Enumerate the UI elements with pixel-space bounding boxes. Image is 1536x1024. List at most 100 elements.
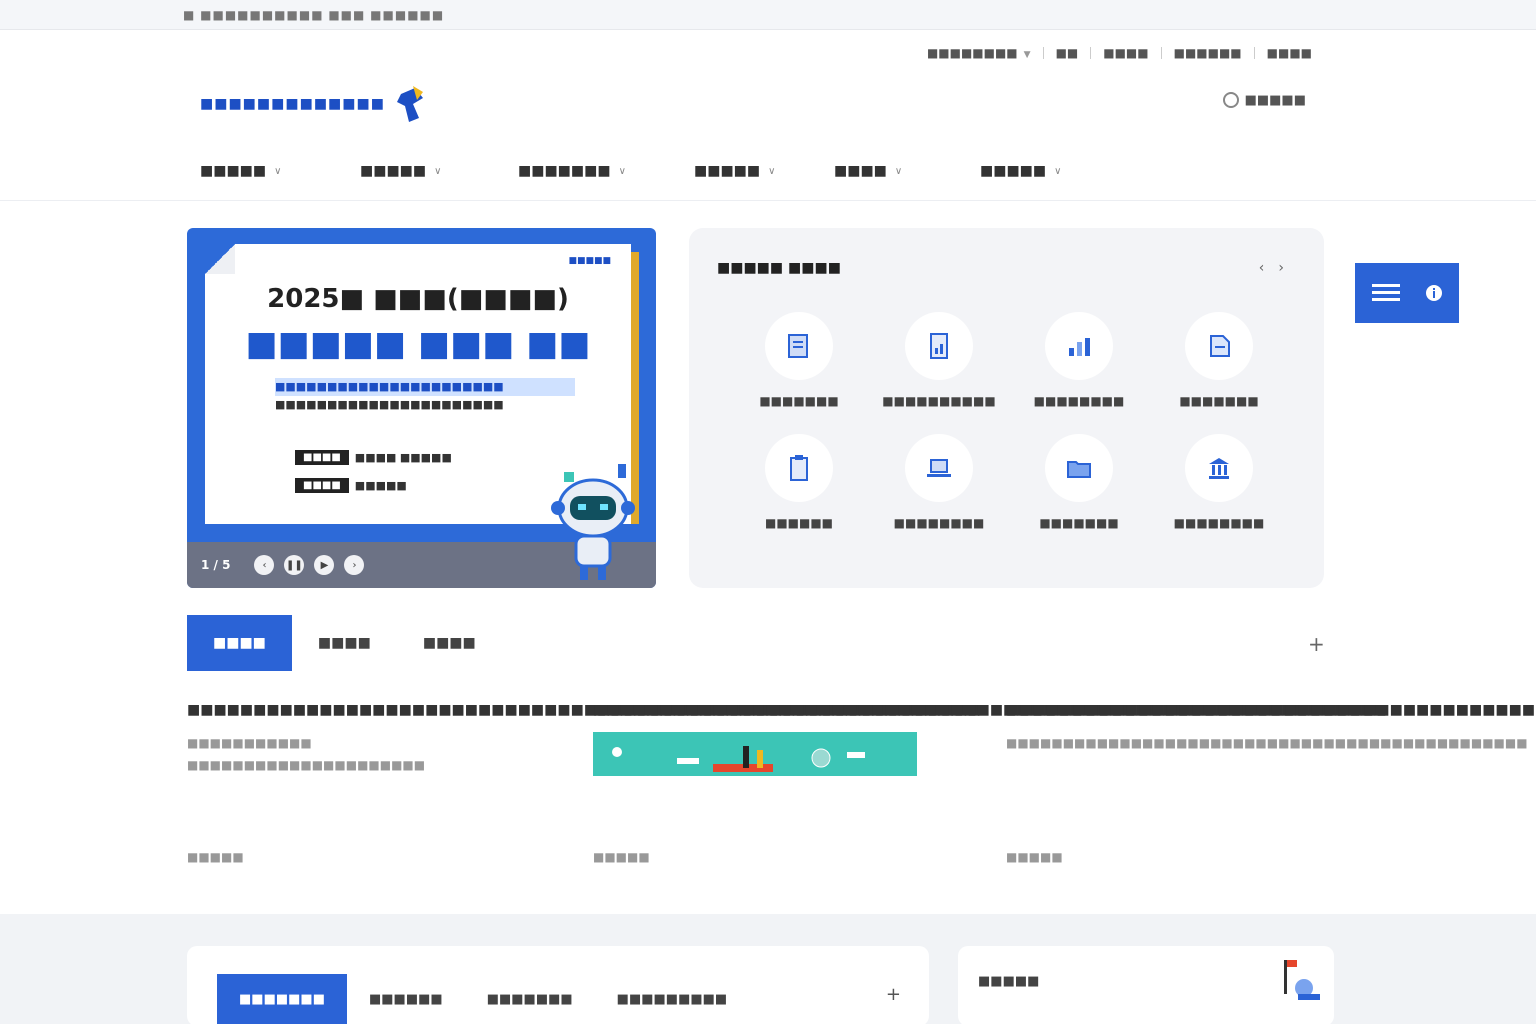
quick-service-item[interactable]: ■■■■■■■ (1009, 434, 1149, 530)
floating-menu-button[interactable] (1355, 263, 1459, 323)
prev-button[interactable]: ‹ (254, 555, 275, 575)
login-button[interactable]: ■■■■■ (1222, 92, 1306, 108)
news-desc: ■■■■■■■■■■■■■■■■■■■■■■■■■■■■■■■■■■■■■■■■… (1006, 736, 1528, 750)
login-label: ■■■■■ (1244, 92, 1306, 108)
quick-service-item[interactable]: ■■■■■■■■ (1009, 312, 1149, 408)
quick-services-nav: ‹ › (1259, 260, 1284, 276)
site-logo[interactable]: ■■■■■■■■■■■■■ (200, 84, 429, 124)
robot-mascot-icon (551, 464, 635, 580)
pause-button[interactable]: ❚❚ (284, 555, 305, 575)
chevron-down-icon: ∨ (768, 165, 776, 177)
utility-link-3[interactable]: ■■■■■■ (1174, 46, 1242, 60)
quick-services-title: ■■■■■ ■■■■ (717, 260, 841, 276)
quick-service-item[interactable]: ■■■■■■■■ (869, 434, 1009, 530)
chevron-down-icon: ∨ (894, 165, 903, 177)
chevron-down-icon: ∨ (618, 165, 626, 177)
utility-link-4[interactable]: ■■■■ (1267, 46, 1312, 60)
more-plus-icon[interactable]: + (886, 984, 901, 1005)
banner-subheadline: ■■■■■ ■■■ ■■ (245, 324, 591, 364)
news-card[interactable]: ■■■■■■■■■■■■■■■■■■■■■■■■■■■■■■■■■■■■■■■■… (593, 698, 1387, 864)
chevron-down-icon: ∨ (274, 165, 282, 177)
divider (1160, 47, 1162, 59)
building-icon (1209, 458, 1229, 479)
news-date: ■■■■■ (1006, 850, 1063, 864)
nav-divider (0, 200, 1536, 201)
nav-item-0[interactable]: ■■■■■ ∨ (200, 158, 360, 184)
next-button[interactable]: › (344, 555, 365, 575)
user-icon (1222, 92, 1239, 108)
flag-illustration-icon (1284, 960, 1320, 1000)
tab-news-1[interactable]: ■■■■ (292, 615, 397, 671)
quick-service-item[interactable]: ■■■■■■ (729, 434, 869, 530)
document-icon (788, 334, 808, 358)
news-desc: ■■■■■■■■■■■ ■■■■■■■■■■■■■■■■■■■■■ (187, 736, 426, 772)
tab-news-2[interactable]: ■■■■ (397, 615, 502, 671)
main-nav: ■■■■■ ∨ ■■■■■ ∨ ■■■■■■■ ∨ ■■■■■ ∨ ■■■■ ∨ ■■■■… (200, 158, 1100, 184)
utility-link-2[interactable]: ■■■■ (1103, 46, 1148, 60)
news-title: ■■■■■■■■■■■■■■■■■■■■■■■■■■■■■■■■■■■■■■■■… (1006, 702, 1536, 718)
news-title: ■■■■■■■■■■■■■■■■■■■■■■■■■■■■■■■■■■■■■■■■… (593, 702, 1387, 718)
logo-mark-icon (396, 86, 423, 122)
banner-tag: ■■■■■ (568, 256, 611, 266)
play-button[interactable]: ▶ (314, 555, 335, 575)
bottom-tab-0[interactable]: ■■■■■■■ (217, 974, 347, 1024)
chevron-down-icon: ▼ (1023, 50, 1031, 60)
nav-item-2[interactable]: ■■■■■■■ ∨ (518, 158, 694, 184)
chevron-down-icon: ∨ (1054, 165, 1062, 177)
chevron-right-icon: › (352, 559, 357, 571)
utility-nav: ■■■■■■■■ ▼ ■■ ■■■■ ■■■■■■ ■■■■ (927, 46, 1312, 60)
more-plus-icon[interactable]: + (1308, 632, 1325, 656)
chart-icon (1069, 338, 1090, 356)
nav-item-5[interactable]: ■■■■■ ∨ (980, 158, 1100, 184)
chevron-left-icon: ‹ (262, 559, 267, 571)
nav-item-4[interactable]: ■■■■ ∨ (834, 158, 980, 184)
top-notice-text: ■ ■■■■■■■■■■ ■■■ ■■■■■■ (183, 8, 445, 22)
bottom-tabs-card: ■■■■■■■ ■■■■■■ ■■■■■■■ ■■■■■■■■■ + (187, 946, 929, 1024)
bottom-tabs: ■■■■■■■ ■■■■■■ ■■■■■■■ ■■■■■■■■■ (217, 974, 749, 1024)
chevron-down-icon: ∨ (434, 165, 442, 177)
clipboard-icon (790, 455, 808, 481)
news-card[interactable]: ■■■■■■■■■■■■■■■■■■■■■■■■■■■■■■■■■■■■■■■■… (1006, 698, 1536, 864)
divider (1090, 47, 1092, 59)
info-icon (1426, 285, 1442, 301)
utility-link-1[interactable]: ■■ (1056, 46, 1079, 60)
tab-news-0[interactable]: ■■■■ (187, 615, 292, 671)
play-icon: ▶ (320, 559, 329, 571)
bottom-tab-3[interactable]: ■■■■■■■■■ (595, 974, 750, 1024)
top-notice-bar: ■ ■■■■■■■■■■ ■■■ ■■■■■■ (0, 0, 1536, 30)
banner-description: ■■■■■■■■■■■■■■■■■■■■■■ ■■■■■■■■■■■■■■■■■… (275, 378, 575, 414)
quick-service-item[interactable]: ■■■■■■■ (1149, 312, 1289, 408)
divider (1253, 47, 1255, 59)
news-date: ■■■■■ (187, 850, 244, 864)
quick-services-grid: ■■■■■■■ ■■■■■■■■■■ ■■■■■■■■ ■■■■■■■ ■■■■… (729, 312, 1289, 530)
quick-service-item[interactable]: ■■■■■■■ (729, 312, 869, 408)
utility-link-0[interactable]: ■■■■■■■■ ▼ (927, 46, 1031, 60)
pause-icon: ❚❚ (286, 559, 303, 571)
bottom-tab-1[interactable]: ■■■■■■ (347, 974, 465, 1024)
news-card[interactable]: ■■■■■■■■■■■■■■■■■■■■■■■■■■■■■■■■■■■■■■■■… (187, 698, 981, 864)
quick-services-panel: ■■■■■ ■■■■ ‹ › ■■■■■■■ ■■■■■■■■■■ ■■■■■■… (689, 228, 1324, 588)
report-icon (930, 333, 948, 359)
chevron-left-icon[interactable]: ‹ (1259, 260, 1265, 276)
bottom-tab-2[interactable]: ■■■■■■■ (465, 974, 595, 1024)
news-tabs: ■■■■ ■■■■ ■■■■ (187, 615, 502, 671)
file-icon (1210, 335, 1230, 357)
chevron-right-icon[interactable]: › (1278, 260, 1284, 276)
illustration-icon (593, 732, 917, 776)
bottom-right-card[interactable]: ■■■■■ (958, 946, 1334, 1024)
news-thumbnail (593, 732, 917, 776)
banner-pager: 1 / 5 (201, 558, 231, 572)
logo-text: ■■■■■■■■■■■■■ (200, 96, 385, 112)
main-banner[interactable]: ■■■■■ 2025■ ■■■(■■■■) ■■■■■ ■■■ ■■ ■■■■■… (187, 228, 656, 588)
paper-fold (205, 244, 235, 274)
quick-service-item[interactable]: ■■■■■■■■■■ (869, 312, 1009, 408)
nav-item-3[interactable]: ■■■■■ ∨ (694, 158, 834, 184)
quick-service-item[interactable]: ■■■■■■■■ (1149, 434, 1289, 530)
news-title: ■■■■■■■■■■■■■■■■■■■■■■■■■■■■■■■■■■■■■■■■… (187, 702, 981, 718)
bottom-right-title: ■■■■■ (978, 974, 1040, 989)
divider (1042, 47, 1044, 59)
laptop-icon (927, 459, 951, 477)
news-date: ■■■■■ (593, 850, 650, 864)
nav-item-1[interactable]: ■■■■■ ∨ (360, 158, 518, 184)
folder-icon (1067, 461, 1091, 478)
